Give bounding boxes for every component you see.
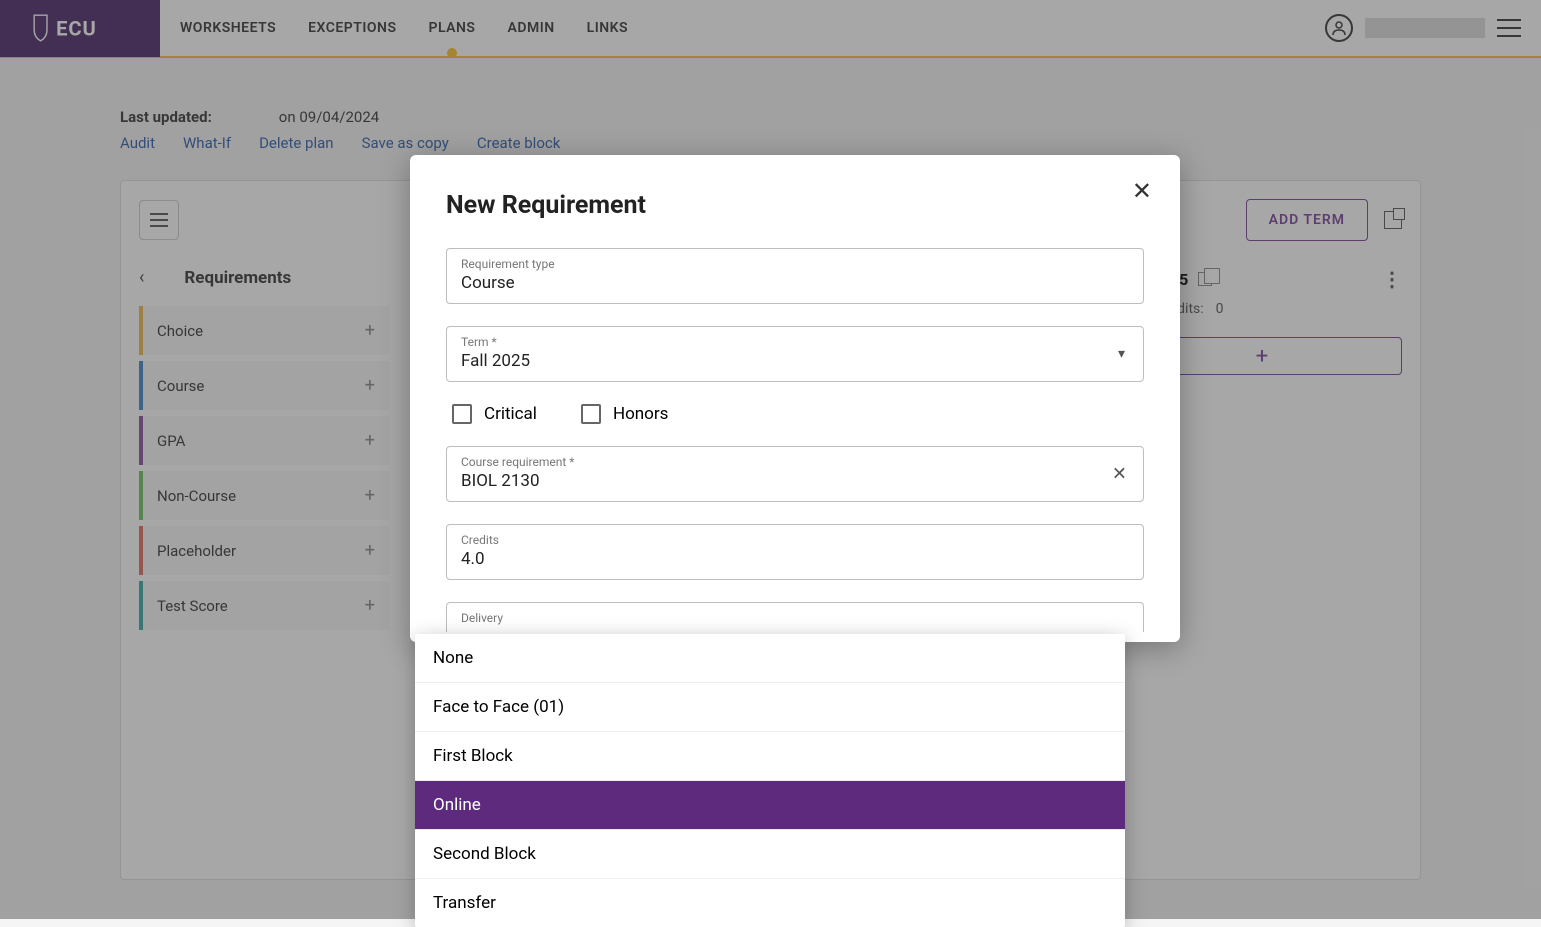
credits-label: Credits xyxy=(461,533,1129,547)
requirement-type-field[interactable]: Requirement type Course xyxy=(446,248,1144,304)
term-field-value: Fall 2025 xyxy=(461,351,1129,371)
checkbox-row: Critical Honors xyxy=(446,404,1144,424)
credits-value: 4.0 xyxy=(461,549,1129,569)
delivery-dropdown-menu: NoneFace to Face (01)First BlockOnlineSe… xyxy=(415,634,1125,927)
checkbox-icon xyxy=(581,404,601,424)
requirement-type-label: Requirement type xyxy=(461,257,1129,271)
delivery-option-face-to-face-01-[interactable]: Face to Face (01) xyxy=(415,683,1125,732)
checkbox-icon xyxy=(452,404,472,424)
modal-close-button[interactable]: ✕ xyxy=(1132,177,1152,205)
course-requirement-field[interactable]: Course requirement * BIOL 2130 ✕ xyxy=(446,446,1144,502)
modal-title: New Requirement xyxy=(446,191,1144,220)
delivery-option-second-block[interactable]: Second Block xyxy=(415,830,1125,879)
course-requirement-value: BIOL 2130 xyxy=(461,471,1129,491)
delivery-option-transfer[interactable]: Transfer xyxy=(415,879,1125,927)
chevron-down-icon: ▾ xyxy=(1118,346,1125,362)
term-field[interactable]: Term * Fall 2025 ▾ xyxy=(446,326,1144,382)
clear-input-icon[interactable]: ✕ xyxy=(1112,464,1127,485)
critical-checkbox[interactable]: Critical xyxy=(452,404,537,424)
credits-field[interactable]: Credits 4.0 xyxy=(446,524,1144,580)
delivery-option-online[interactable]: Online xyxy=(415,781,1125,830)
critical-label: Critical xyxy=(484,404,537,424)
requirement-type-value: Course xyxy=(461,273,1129,293)
delivery-field[interactable]: Delivery xyxy=(446,602,1144,632)
honors-label: Honors xyxy=(613,404,668,424)
honors-checkbox[interactable]: Honors xyxy=(581,404,668,424)
delivery-option-first-block[interactable]: First Block xyxy=(415,732,1125,781)
course-requirement-label: Course requirement * xyxy=(461,455,1129,469)
delivery-label: Delivery xyxy=(461,611,1129,625)
new-requirement-modal: New Requirement ✕ Requirement type Cours… xyxy=(410,155,1180,642)
delivery-option-none[interactable]: None xyxy=(415,634,1125,683)
term-field-label: Term * xyxy=(461,335,1129,349)
